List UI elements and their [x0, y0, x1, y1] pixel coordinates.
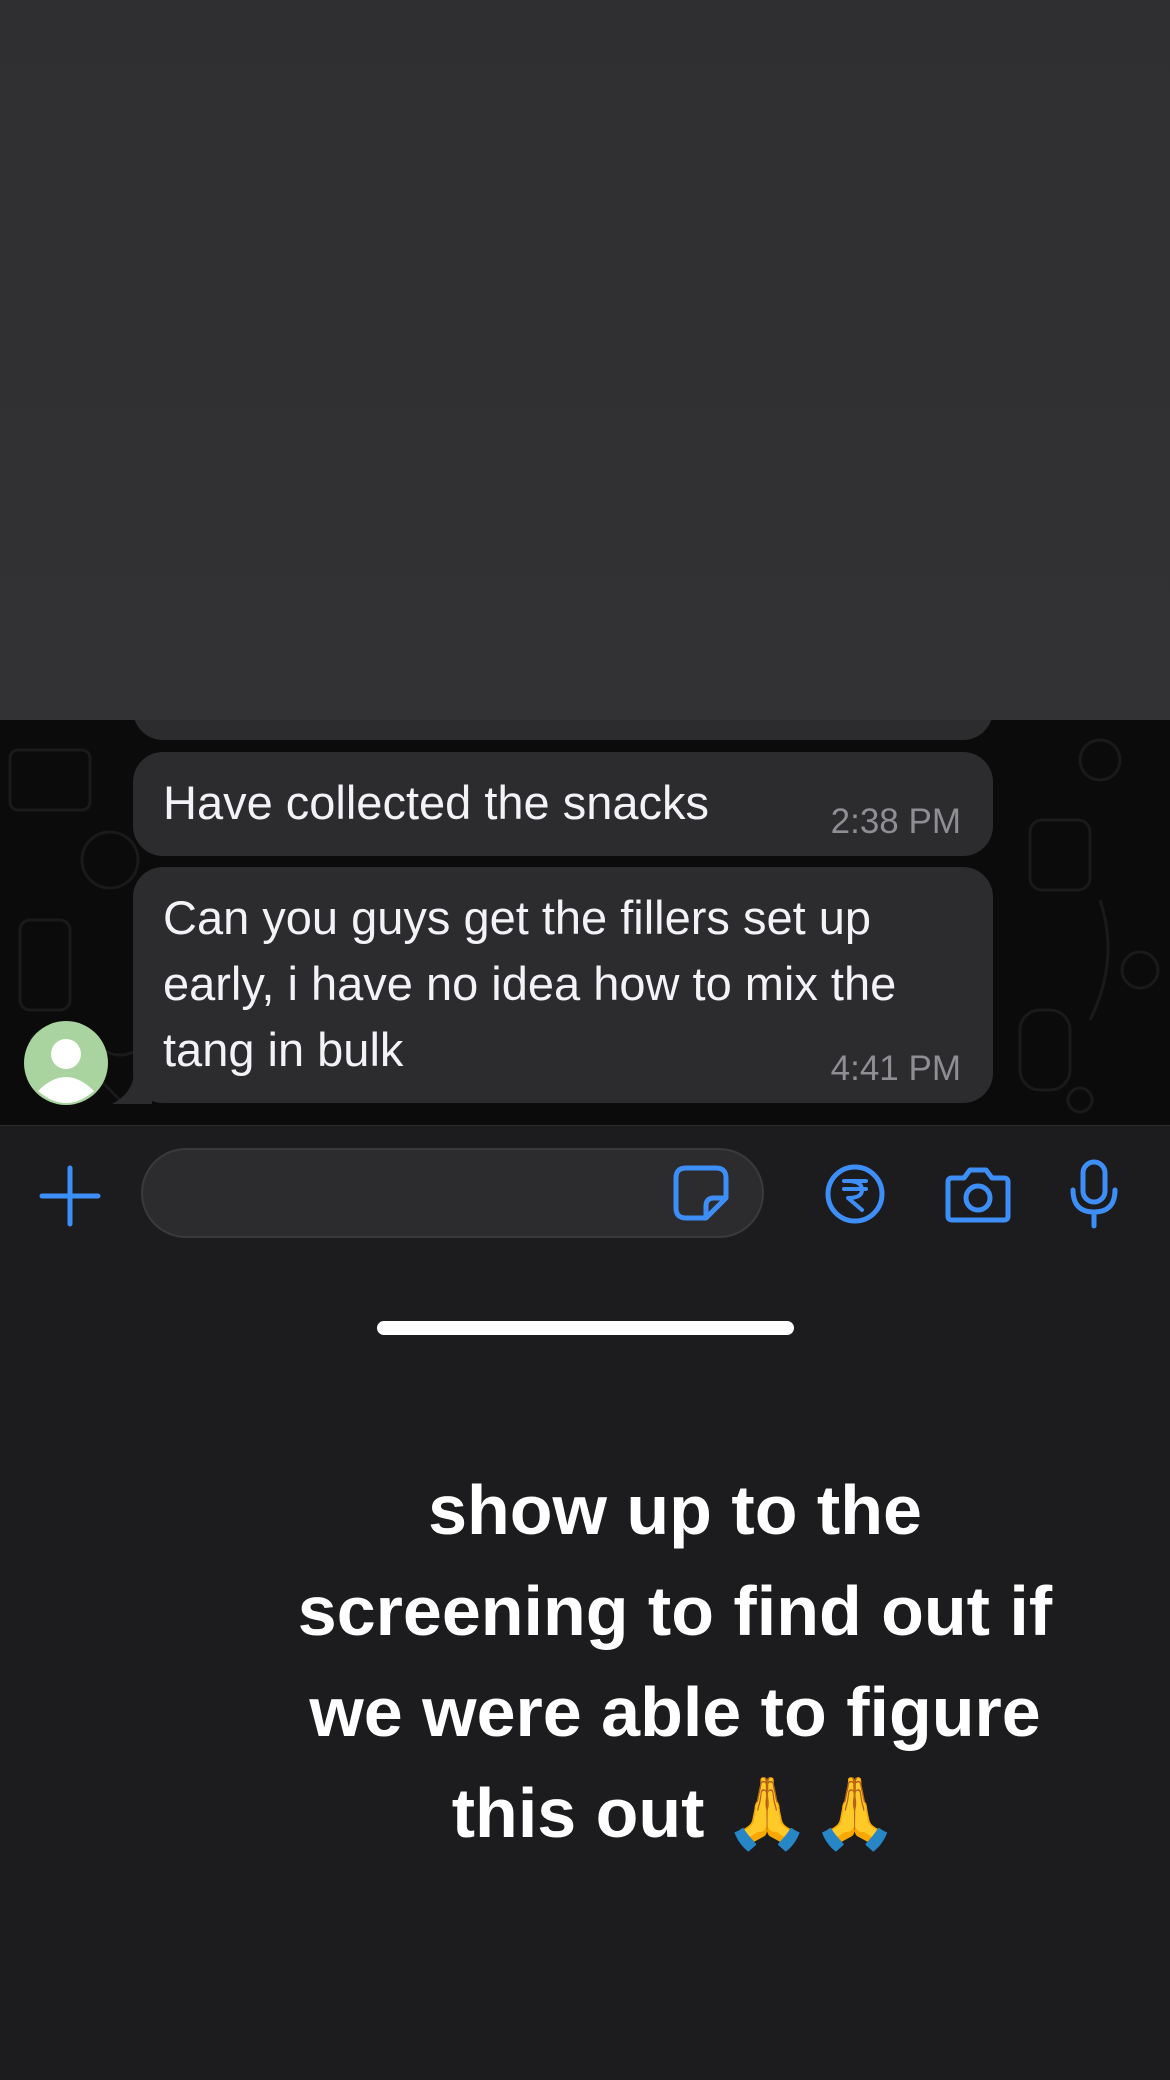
camera-icon[interactable] [944, 1164, 1012, 1224]
previous-message-bubble [133, 720, 993, 740]
message-timestamp: 2:38 PM [830, 802, 961, 841]
message-bubble[interactable]: Have collected the snacks 2:38 PM [133, 752, 993, 856]
plus-icon[interactable] [36, 1162, 104, 1230]
home-indicator [377, 1321, 794, 1335]
sticker-icon[interactable] [672, 1164, 730, 1222]
chat-area[interactable]: Have collected the snacks 2:38 PM Can yo… [0, 720, 1170, 1125]
caption-line: this out 🙏🙏 [451, 1774, 899, 1852]
bubble-tail [112, 1074, 152, 1104]
caption-text: show up to the screening to find out if … [240, 1460, 1110, 1864]
message-input-bar [0, 1125, 1170, 1361]
message-text-line: Can you guys get the fillers set up [163, 891, 872, 944]
caption-line: show up to the [428, 1471, 922, 1549]
default-avatar-icon[interactable] [24, 1021, 108, 1105]
rupee-icon[interactable] [824, 1163, 886, 1225]
message-text-line: early, i have no idea how to mix the [163, 957, 897, 1010]
message-timestamp: 4:41 PM [830, 1049, 961, 1088]
caption-area: show up to the screening to find out if … [0, 1360, 1170, 2080]
caption-line: screening to find out if [297, 1572, 1053, 1650]
microphone-icon[interactable] [1066, 1158, 1122, 1230]
message-bubble[interactable]: Can you guys get the fillers set up earl… [133, 867, 993, 1103]
top-blank-panel [0, 0, 1170, 720]
message-input-field[interactable] [141, 1148, 764, 1238]
caption-line: we were able to figure [309, 1673, 1041, 1751]
